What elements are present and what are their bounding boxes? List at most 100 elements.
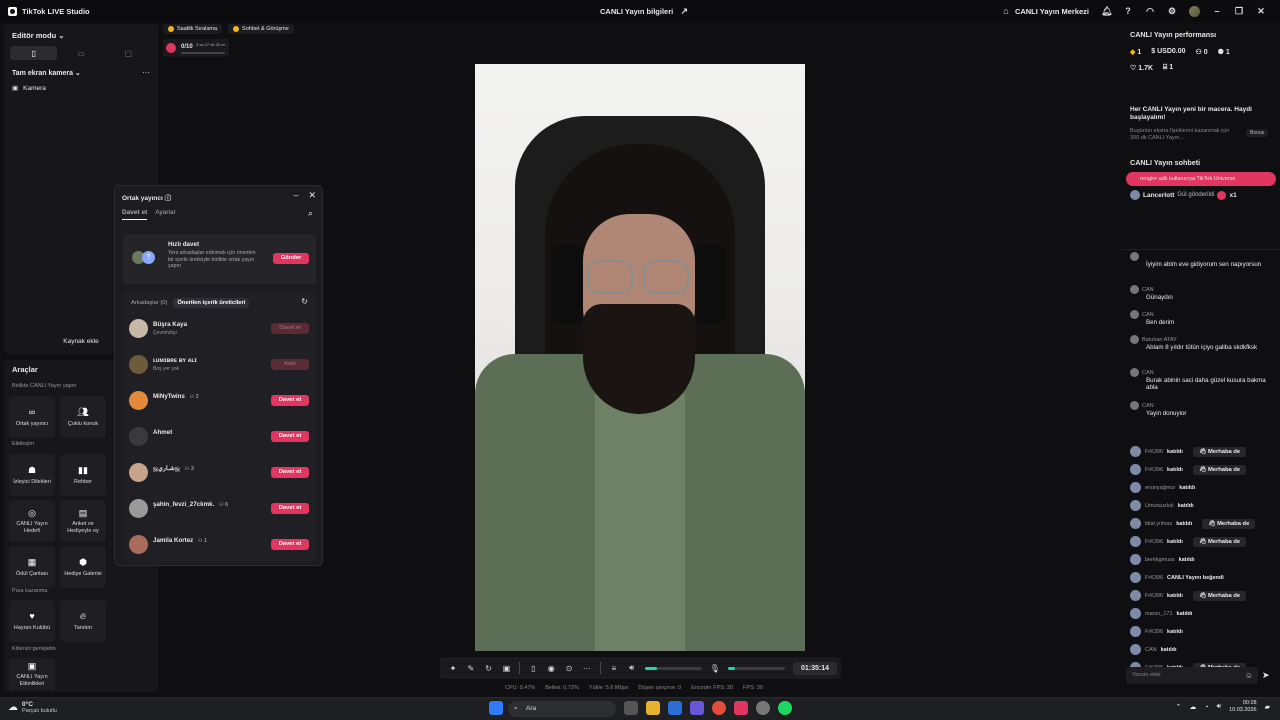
gear-icon[interactable]: ⚙ bbox=[1167, 6, 1177, 16]
clock[interactable]: 00:28 10.03.2026 bbox=[1229, 700, 1257, 714]
phone-icon[interactable]: ▯ bbox=[528, 664, 538, 673]
promote-tool[interactable]: 🔥︎ Tanıtım bbox=[60, 600, 106, 642]
co-host-tool[interactable]: ∞ Ortak yayıncı bbox=[9, 396, 55, 438]
heart-icon: ♡ bbox=[1130, 65, 1137, 72]
chrome-icon[interactable] bbox=[712, 701, 726, 715]
refresh-icon[interactable]: ↻ bbox=[484, 664, 494, 673]
dual-mode-button[interactable]: ▢ bbox=[105, 46, 152, 60]
invite-button[interactable]: Davet et bbox=[271, 431, 309, 442]
task-view-icon[interactable] bbox=[624, 701, 638, 715]
send-icon[interactable]: ➤ bbox=[1262, 670, 1270, 681]
tab-settings[interactable]: Ayarlar bbox=[155, 209, 175, 220]
say-hello-button[interactable]: 👋︎ Merhaba de bbox=[1192, 536, 1247, 547]
gift-text: Gül gönderildi bbox=[1177, 192, 1215, 198]
say-hello-button[interactable]: 👋︎ Merhaba de bbox=[1192, 446, 1247, 457]
settings-sliders-icon[interactable]: ≡ bbox=[609, 664, 619, 673]
screen-icon[interactable]: ▣ bbox=[502, 664, 512, 673]
invite-button[interactable]: Davet et bbox=[271, 395, 309, 406]
enhance-icon[interactable]: ✎ bbox=[466, 664, 476, 673]
record-icon[interactable]: ◉ bbox=[546, 664, 556, 673]
camera-preview bbox=[475, 64, 805, 651]
restore-icon[interactable]: ❐ bbox=[1234, 6, 1244, 16]
join-message: FrK396katıldı 👋︎ Merhaba de bbox=[1130, 536, 1276, 547]
cloud-sync-icon[interactable]: ☁ bbox=[1189, 703, 1196, 711]
minimize-icon[interactable]: – bbox=[293, 190, 298, 201]
minimize-icon[interactable]: – bbox=[1212, 6, 1222, 16]
fan-club-tool[interactable]: ♥ Hayran Kulübü bbox=[9, 600, 55, 642]
invite-button[interactable]: Davet et bbox=[271, 467, 309, 478]
promo-text: Her CANLI Yayın yeni bir macera. Haydi b… bbox=[1130, 106, 1252, 121]
bell-icon[interactable]: 🔔︎ bbox=[1101, 6, 1112, 16]
mic-icon[interactable]: 🎙︎ bbox=[710, 664, 720, 673]
multi-guest-tool[interactable]: 👥︎ Çoklu konuk bbox=[60, 396, 106, 438]
editor-mode-dropdown[interactable]: Editör modu ⌄ bbox=[12, 31, 65, 40]
disabled-button[interactable]: Katıl bbox=[271, 359, 309, 370]
chevron-up-icon[interactable]: ⌃ bbox=[1176, 703, 1182, 711]
tab-friends[interactable]: Arkadaşlar (0) bbox=[131, 300, 167, 306]
chat-call-badge[interactable]: Sohbet & Görüşme bbox=[228, 24, 294, 34]
wifi-icon[interactable]: ◔ bbox=[1204, 704, 1208, 711]
avatar bbox=[1130, 310, 1139, 319]
avatar[interactable] bbox=[1189, 5, 1200, 17]
live-goal-tool[interactable]: ◎ CANLI Yayın Hedefi bbox=[9, 500, 55, 542]
spotify-icon[interactable] bbox=[778, 701, 792, 715]
refresh-icon[interactable]: ↻ bbox=[301, 297, 308, 306]
folder-icon[interactable] bbox=[646, 701, 660, 715]
tiktok-studio-icon[interactable] bbox=[734, 701, 748, 715]
say-hello-button[interactable]: 👋︎ Merhaba de bbox=[1202, 518, 1256, 529]
volume-icon[interactable]: 🔊︎ bbox=[1217, 703, 1221, 711]
viewer-wishes-tool[interactable]: ☗ İzleyici Dilekleri bbox=[9, 454, 55, 496]
pinned-announcement[interactable]: rengin• adlı kullanıcıya TikTok Universe bbox=[1126, 172, 1276, 186]
close-icon[interactable]: ✕ bbox=[1256, 6, 1266, 16]
notification-icon[interactable]: ▰ bbox=[1265, 703, 1270, 711]
join-message: CAN katıldı bbox=[1130, 644, 1276, 655]
share-icon[interactable]: ↗ bbox=[679, 6, 689, 16]
speaker-icon[interactable]: 🔊︎ bbox=[627, 663, 637, 673]
send-button[interactable]: Gönder bbox=[273, 253, 309, 264]
search-input[interactable]: ⌕ Ara bbox=[508, 701, 616, 717]
help-icon[interactable]: ? bbox=[1123, 6, 1133, 16]
more-icon[interactable]: ··· bbox=[142, 68, 150, 77]
search-icon[interactable]: ⌕ bbox=[308, 208, 313, 219]
gift-goal-widget[interactable]: 0/10 3 sa 47 dk 35 sn bbox=[163, 39, 229, 57]
bonus-badge[interactable]: Bonus bbox=[1246, 129, 1269, 137]
landscape-mode-button[interactable]: ▭ bbox=[57, 46, 104, 60]
info-icon[interactable]: ⓘ bbox=[165, 195, 172, 202]
say-hello-button[interactable]: 👋︎ Merhaba de bbox=[1192, 464, 1247, 475]
disabled-button[interactable]: Davet et bbox=[271, 323, 309, 334]
source-item-camera[interactable]: ▣ Kamera bbox=[12, 84, 46, 93]
replay-icon[interactable]: ⊙ bbox=[564, 664, 574, 673]
guide-tool[interactable]: ▮▮ Rehber bbox=[60, 454, 106, 496]
tab-invite[interactable]: Davet et bbox=[122, 209, 148, 220]
avatar bbox=[129, 391, 148, 410]
effects-icon[interactable]: ✦ bbox=[448, 664, 458, 673]
teams-icon[interactable] bbox=[690, 701, 704, 715]
treasure-box-tool[interactable]: ▦ Ödül Çantası bbox=[9, 546, 55, 588]
say-hello-button[interactable]: 👋︎ Merhaba de bbox=[1192, 590, 1247, 601]
volume-slider[interactable] bbox=[644, 666, 702, 670]
mic-slider[interactable] bbox=[727, 666, 785, 670]
tab-recommended[interactable]: Önerilen içerik üreticileri bbox=[173, 298, 250, 308]
invite-button[interactable]: Davet et bbox=[271, 539, 309, 550]
windows-start-icon[interactable] bbox=[489, 701, 503, 715]
emoji-icon[interactable]: ☺ bbox=[1245, 667, 1253, 684]
live-events-tool[interactable]: ▣ CANLI Yayın Etkinlikleri bbox=[9, 658, 55, 690]
poll-tool[interactable]: ▤ Anket ve Hediyeyle oy bbox=[60, 500, 106, 542]
headphones-icon[interactable]: ◠ bbox=[1145, 6, 1155, 16]
hourly-ranking-badge[interactable]: Saatlik Sıralama bbox=[163, 24, 223, 34]
tool-label: Anket ve Hediyeyle oy bbox=[67, 521, 99, 534]
stat-item: Encoder FPS: 30 bbox=[691, 685, 734, 691]
app-icon[interactable] bbox=[756, 701, 770, 715]
comment-input[interactable]: Yorum ekle ☺ bbox=[1126, 667, 1258, 684]
close-icon[interactable]: ✕ bbox=[308, 190, 316, 201]
invite-button[interactable]: Davet et bbox=[271, 503, 309, 514]
portrait-mode-button[interactable]: ▯ bbox=[10, 46, 58, 60]
scene-dropdown[interactable]: Tam ekran kamera ⌄ bbox=[12, 69, 81, 77]
avatar bbox=[1130, 608, 1141, 619]
more-icon[interactable]: ··· bbox=[582, 664, 592, 673]
store-icon[interactable] bbox=[668, 701, 682, 715]
live-info-link[interactable]: CANLI Yayın bilgileri bbox=[600, 7, 673, 16]
gift-gallery-tool[interactable]: ⬢ Hediye Galerisi bbox=[60, 546, 106, 588]
live-center-link[interactable]: ⌂ CANLI Yayın Merkezi bbox=[1001, 6, 1089, 16]
weather-widget[interactable]: ☁ 0°C Parçalı bulutlu bbox=[8, 701, 57, 714]
